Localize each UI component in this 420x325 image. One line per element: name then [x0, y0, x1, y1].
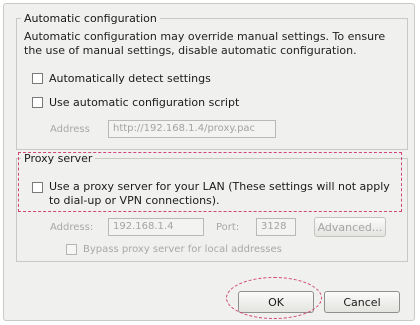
auto-detect-row[interactable]: Automatically detect settings [32, 72, 211, 85]
lan-settings-dialog: Automatic configuration Automatic config… [3, 3, 415, 321]
auto-script-row[interactable]: Use automatic configuration script [32, 96, 239, 109]
proxy-port-label: Port: [216, 221, 240, 233]
automatic-configuration-legend: Automatic configuration [24, 12, 157, 25]
script-address-label: Address [50, 123, 90, 135]
auto-script-label: Use automatic configuration script [49, 96, 240, 109]
advanced-button[interactable]: Advanced... [314, 217, 386, 237]
proxy-address-row: Address: 192.168.1.4 Port: 3128 [50, 218, 296, 236]
proxy-server-legend: Proxy server [24, 152, 93, 165]
script-address-row: Address http://192.168.1.4/proxy.pac [50, 120, 276, 138]
auto-detect-checkbox[interactable] [32, 73, 43, 84]
proxy-address-input[interactable]: 192.168.1.4 [108, 218, 204, 236]
auto-script-checkbox[interactable] [32, 97, 43, 108]
auto-detect-label: Automatically detect settings [49, 72, 211, 85]
use-proxy-checkbox[interactable] [32, 182, 43, 193]
proxy-address-label: Address: [50, 221, 94, 233]
ok-button[interactable]: OK [238, 291, 314, 313]
bypass-local-row[interactable]: Bypass proxy server for local addresses [66, 244, 282, 255]
bypass-local-label: Bypass proxy server for local addresses [83, 244, 282, 255]
cancel-button[interactable]: Cancel [324, 291, 400, 313]
proxy-port-input[interactable]: 3128 [256, 218, 296, 236]
automatic-configuration-description: Automatic configuration may override man… [24, 30, 386, 57]
use-proxy-label: Use a proxy server for your LAN (These s… [49, 180, 390, 207]
script-address-input[interactable]: http://192.168.1.4/proxy.pac [108, 120, 276, 138]
use-proxy-row[interactable]: Use a proxy server for your LAN (These s… [32, 180, 394, 208]
bypass-local-checkbox[interactable] [66, 244, 77, 255]
